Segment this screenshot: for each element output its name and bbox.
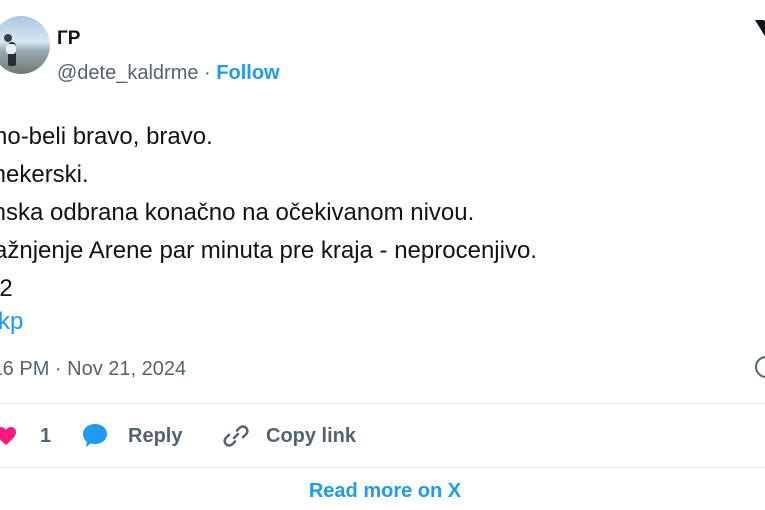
tweet-line: 12 bbox=[0, 275, 13, 302]
copy-link-label: Copy link bbox=[266, 424, 357, 447]
info-icon[interactable] bbox=[755, 356, 765, 378]
tweet-line: mska odbrana konačno na očekivanom nivou… bbox=[0, 199, 475, 226]
divider bbox=[0, 467, 765, 468]
like-count: 1 bbox=[40, 424, 52, 447]
follow-button[interactable]: Follow bbox=[216, 62, 279, 84]
x-logo-icon[interactable] bbox=[752, 18, 765, 56]
reply-button[interactable]: Reply bbox=[80, 418, 182, 454]
copy-link-button[interactable]: Copy link bbox=[222, 418, 356, 454]
hashtag-link[interactable]: kkp bbox=[0, 308, 23, 336]
x-logo-svg bbox=[755, 20, 765, 37]
speech-bubble-icon bbox=[83, 424, 107, 447]
tweet-line: rno-beli bravo, bravo. bbox=[0, 123, 213, 150]
tweet-text: rno-beli bravo, bravo. mekerski. mska od… bbox=[0, 118, 537, 308]
avatar[interactable] bbox=[0, 16, 50, 74]
author-handle[interactable]: @dete_kaldrme bbox=[57, 62, 198, 84]
read-more-link[interactable]: Read more on X bbox=[0, 480, 765, 503]
link-icon bbox=[223, 425, 249, 447]
tweet-line: mekerski. bbox=[0, 161, 89, 188]
avatar-shirt bbox=[6, 44, 16, 54]
separator-dot: · bbox=[204, 62, 211, 84]
divider bbox=[0, 403, 765, 404]
avatar-head bbox=[4, 34, 12, 42]
heart-icon bbox=[0, 427, 16, 445]
author-name[interactable]: ГР bbox=[57, 28, 80, 50]
tweet-timestamp[interactable]: :16 PM · Nov 21, 2024 bbox=[0, 358, 186, 381]
reply-label: Reply bbox=[128, 424, 183, 447]
tweet-line: ražnjenje Arene par minuta pre kraja - n… bbox=[0, 237, 537, 264]
action-bar: 1 Reply Copy link bbox=[0, 418, 765, 458]
like-button[interactable]: 1 bbox=[0, 418, 51, 454]
handle-line: @dete_kaldrme · Follow bbox=[57, 62, 280, 85]
